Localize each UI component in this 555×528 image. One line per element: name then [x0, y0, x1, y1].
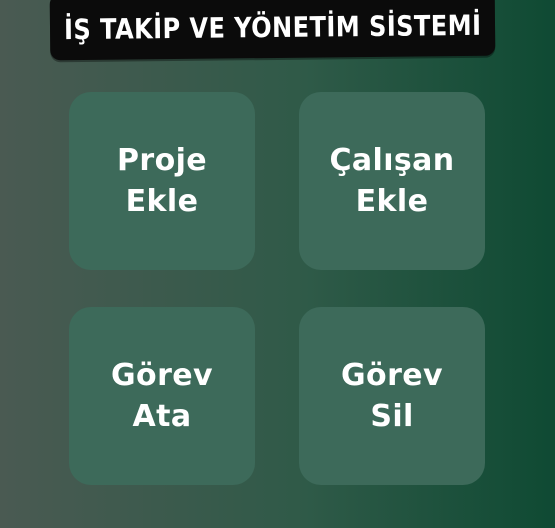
add-project-button[interactable]: Proje Ekle [69, 92, 255, 270]
add-employee-label-line1: Çalışan [329, 143, 455, 178]
add-employee-button[interactable]: Çalışan Ekle [299, 92, 485, 270]
delete-task-button[interactable]: Görev Sil [299, 307, 485, 485]
delete-task-label-line2: Sil [370, 399, 414, 434]
assign-task-button[interactable]: Görev Ata [69, 307, 255, 485]
delete-task-label-line1: Görev [341, 358, 443, 393]
add-project-label-line2: Ekle [125, 184, 199, 219]
title-banner: İŞ TAKİP VE YÖNETİM SİSTEMİ [49, 0, 496, 61]
assign-task-label-line1: Görev [111, 358, 213, 393]
assign-task-label-line2: Ata [132, 399, 192, 434]
page-title: İŞ TAKİP VE YÖNETİM SİSTEMİ [63, 8, 482, 46]
menu-grid: Proje Ekle Çalışan Ekle Görev Ata Görev … [69, 92, 485, 485]
add-project-label-line1: Proje [116, 143, 208, 178]
add-employee-label-line2: Ekle [355, 184, 429, 219]
